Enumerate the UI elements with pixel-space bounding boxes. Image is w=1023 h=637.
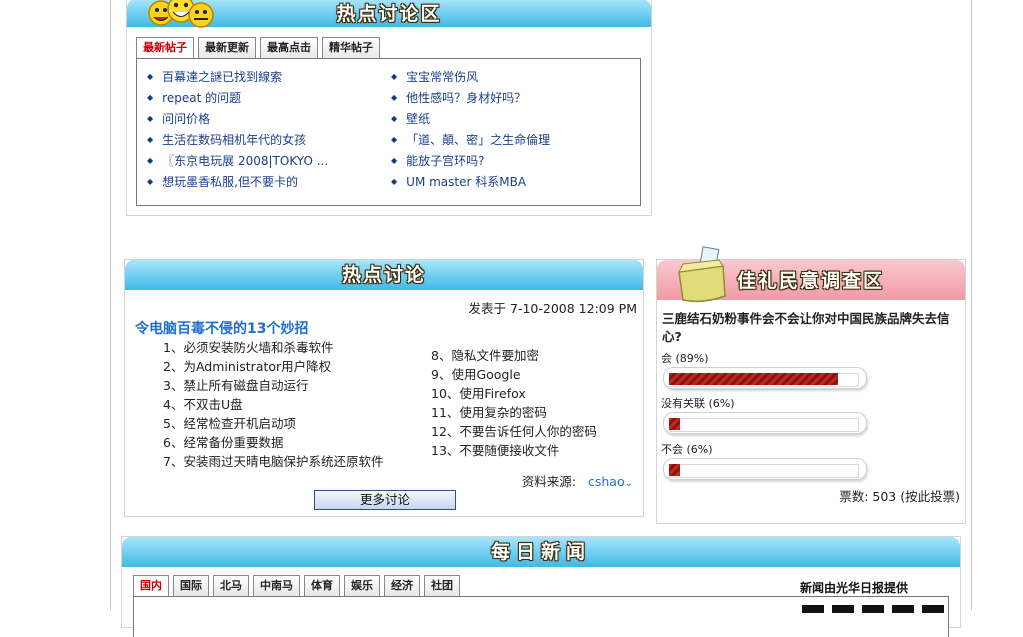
- news-content-box: [133, 596, 949, 637]
- poll-bar-fill: [669, 373, 838, 385]
- poll-panel: 佳礼民意调查区 三鹿结石奶粉事件会不会让你对中国民族品牌失去信心? 会 (89%…: [656, 246, 966, 524]
- post-date: 发表于 7-10-2008 12:09 PM: [468, 301, 637, 316]
- tab-international[interactable]: 国际: [173, 575, 209, 597]
- poll-title: 佳礼民意调查区: [737, 270, 885, 292]
- list-item[interactable]: 问问价格: [147, 109, 328, 130]
- list-item[interactable]: 宝宝常常伤风: [391, 67, 550, 88]
- topic-headline[interactable]: 令电脑百毒不侵的13个妙招: [135, 318, 308, 338]
- hot-forum-tabs: 最新帖子 最新更新 最高点击 精华帖子: [136, 37, 380, 59]
- source-author-link[interactable]: cshao: [588, 474, 625, 489]
- tab-central-south-malaysia[interactable]: 中南马: [253, 575, 300, 597]
- list-item[interactable]: 〖东京电玩展 2008|TOKYO ...: [147, 151, 328, 172]
- tab-featured-posts[interactable]: 精华帖子: [322, 37, 380, 59]
- tab-latest-updates[interactable]: 最新更新: [198, 37, 256, 59]
- hot-forum-list-right: 宝宝常常伤风 他性感吗？身材好吗？ 壁纸 「道、顛、密」之生命倫理 能放子宫环吗…: [391, 67, 550, 193]
- tip-item: 8、隐私文件要加密: [431, 348, 539, 363]
- tip-item: 3、禁止所有磁盘自动运行: [163, 378, 309, 393]
- hot-topic-title: 热点讨论: [341, 264, 426, 286]
- list-item[interactable]: 想玩墨香私服,但不要卡的: [147, 172, 328, 193]
- tip-item: 11、使用复杂的密码: [431, 405, 547, 420]
- poll-option-label: 会 (89%): [661, 352, 709, 365]
- daily-news-title: 每日新闻: [490, 541, 591, 563]
- poll-bar: [663, 458, 867, 480]
- page-left-border: [110, 0, 111, 610]
- tips-list-left: 1、必须安装防火墙和杀毒软件 2、为Administrator用户降权 3、禁止…: [163, 338, 383, 471]
- smiley-faces-icon: [148, 0, 214, 28]
- daily-news-panel: 每日新闻 国内 国际 北马 中南马 体育 娱乐 经济 社团 新闻由光华日报提供: [121, 536, 961, 637]
- tip-item: 13、不要随便接收文件: [431, 443, 560, 458]
- chevron-down-icon: ⌄: [624, 478, 633, 489]
- list-item[interactable]: repeat 的问题: [147, 88, 328, 109]
- tip-item: 7、安装雨过天晴电脑保护系统还原软件: [163, 454, 384, 469]
- list-item[interactable]: 百幕達之謎已找到線索: [147, 67, 328, 88]
- tab-north-malaysia[interactable]: 北马: [213, 575, 249, 597]
- news-provider: 新闻由光华日报提供: [800, 581, 909, 595]
- list-item[interactable]: 他性感吗？身材好吗？: [391, 88, 550, 109]
- tab-sports[interactable]: 体育: [304, 575, 340, 597]
- hot-forum-list-left: 百幕達之謎已找到線索 repeat 的问题 问问价格 生活在数码相机年代的女孩 …: [147, 67, 328, 193]
- list-item[interactable]: 能放子宫环吗?: [391, 151, 550, 172]
- tip-item: 10、使用Firefox: [431, 386, 526, 401]
- poll-bar-fill: [669, 464, 680, 476]
- list-item[interactable]: UM master 科系MBA: [391, 172, 550, 193]
- poll-bar-fill: [669, 418, 680, 430]
- tab-economy[interactable]: 经济: [384, 575, 420, 597]
- poll-question: 三鹿结石奶粉事件会不会让你对中国民族品牌失去信心?: [662, 311, 950, 344]
- tab-most-clicked[interactable]: 最高点击: [260, 37, 318, 59]
- list-item[interactable]: 壁纸: [391, 109, 550, 130]
- tab-latest-posts[interactable]: 最新帖子: [136, 37, 194, 59]
- ballot-box-icon: [678, 246, 726, 303]
- poll-bar: [663, 367, 867, 389]
- tip-item: 9、使用Google: [431, 367, 521, 382]
- list-item[interactable]: 生活在数码相机年代的女孩: [147, 130, 328, 151]
- tip-item: 2、为Administrator用户降权: [163, 359, 332, 374]
- tip-item: 5、经常检查开机启动项: [163, 416, 296, 431]
- tab-domestic[interactable]: 国内: [133, 575, 169, 597]
- list-item[interactable]: 「道、顛、密」之生命倫理: [391, 130, 550, 151]
- hot-topic-panel: 热点讨论 发表于 7-10-2008 12:09 PM 令电脑百毒不侵的13个妙…: [124, 259, 644, 517]
- more-discussion-button[interactable]: 更多讨论: [314, 490, 456, 510]
- poll-option-label: 不会 (6%): [661, 443, 713, 456]
- news-masthead-graphic: [802, 605, 948, 613]
- hot-topic-header: 热点讨论: [125, 260, 643, 290]
- tip-item: 1、必须安装防火墙和杀毒软件: [163, 340, 334, 355]
- tip-item: 12、不要告诉任何人你的密码: [431, 424, 597, 439]
- tip-item: 4、不双击U盘: [163, 397, 243, 412]
- tab-entertainment[interactable]: 娱乐: [344, 575, 380, 597]
- hot-forum-list-box: 百幕達之謎已找到線索 repeat 的问题 问问价格 生活在数码相机年代的女孩 …: [136, 58, 641, 206]
- poll-option-label: 没有关联 (6%): [661, 397, 735, 410]
- hot-forum-panel: 热点讨论区 最新帖子 最新更新 最高点击 精华帖子 百幕達之謎已找到線索 rep…: [126, 0, 652, 216]
- tab-associations[interactable]: 社团: [424, 575, 460, 597]
- tips-list-right: 8、隐私文件要加密 9、使用Google 10、使用Firefox 11、使用复…: [431, 346, 597, 460]
- source-line: 资料来源: cshao⌄: [522, 471, 633, 490]
- news-tabs: 国内 国际 北马 中南马 体育 娱乐 经济 社团: [133, 575, 460, 597]
- tip-item: 6、经常备份重要数据: [163, 435, 284, 450]
- poll-bar: [663, 412, 867, 434]
- poll-votes-link[interactable]: 票数: 503 (按此投票): [839, 486, 960, 505]
- hot-forum-title: 热点讨论区: [336, 3, 442, 25]
- page-right-border: [971, 0, 972, 610]
- source-label: 资料来源:: [521, 474, 576, 489]
- daily-news-header: 每日新闻: [122, 537, 960, 567]
